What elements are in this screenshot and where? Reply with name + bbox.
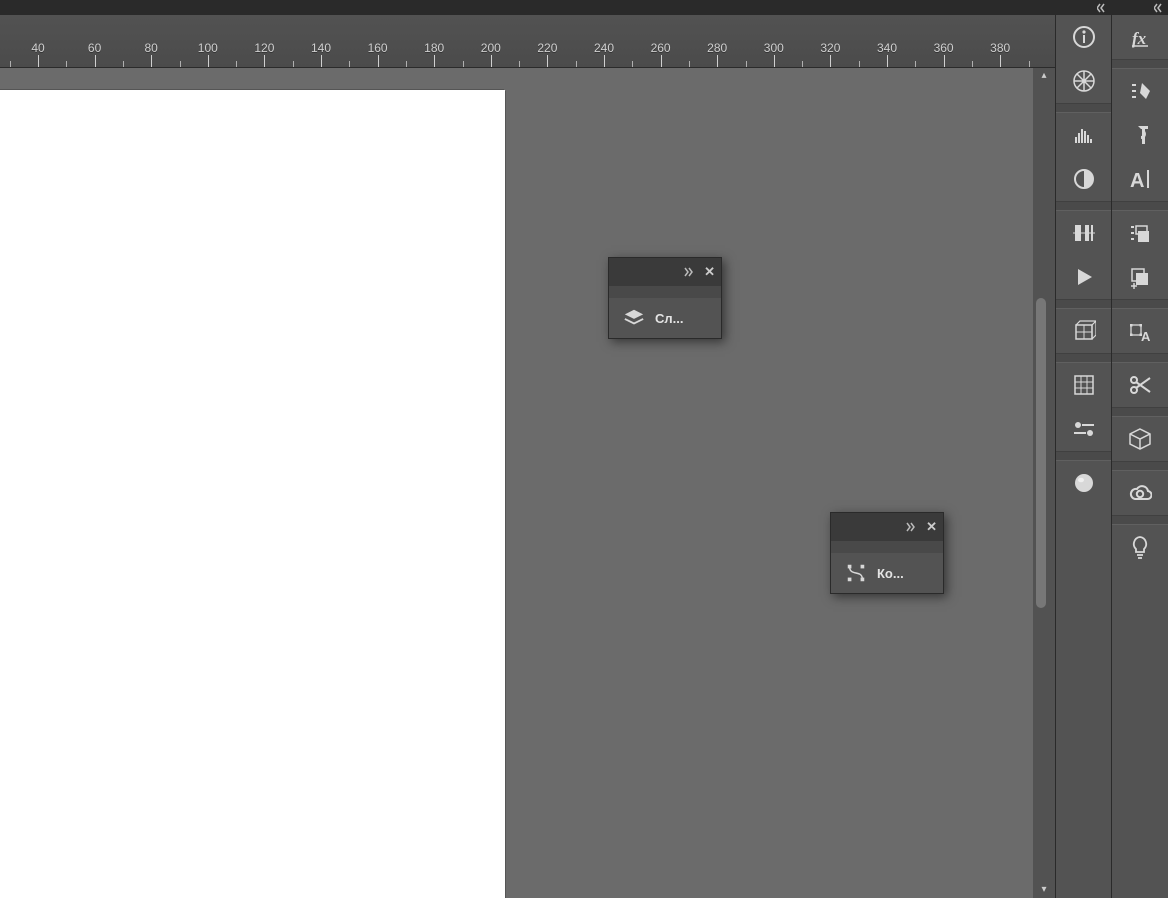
app-top-strip — [0, 0, 1168, 15]
panel-fx-button[interactable] — [1112, 15, 1168, 59]
horizontal-ruler: 40 60 80 100 120 140 160 180 200 220 240 260 280 300 3… — [0, 15, 1055, 68]
panel-swatches-button[interactable] — [1112, 211, 1168, 255]
swatch-list-icon — [1128, 221, 1152, 245]
floating-panel-layers[interactable]: ✕ Сл... — [608, 257, 722, 339]
panel-align-button[interactable] — [1056, 211, 1111, 255]
ruler-label: 120 — [254, 41, 274, 55]
a-cursor-icon — [1128, 167, 1152, 191]
ruler-label: 180 — [424, 41, 444, 55]
panel-cube-button[interactable] — [1112, 417, 1168, 461]
panel-actions-button[interactable] — [1056, 255, 1111, 299]
wheel-icon — [1072, 69, 1096, 93]
panel-brushlist-button[interactable] — [1112, 69, 1168, 113]
dock-b-header[interactable] — [1112, 0, 1168, 15]
info-icon — [1072, 25, 1096, 49]
ruler-label: 240 — [594, 41, 614, 55]
panel-histogram-button[interactable] — [1056, 113, 1111, 157]
panel-hint-button[interactable] — [1112, 525, 1168, 569]
panel-tab-label: Сл... — [655, 311, 683, 326]
pilcrow-icon — [1128, 123, 1152, 147]
ruler-label: 200 — [481, 41, 501, 55]
play-icon — [1072, 265, 1096, 289]
layers-icon — [623, 307, 645, 329]
cube-icon — [1128, 427, 1152, 451]
panel-grip — [609, 286, 721, 298]
collapse-dock-icon[interactable] — [1097, 3, 1111, 13]
panel-paragraph-button[interactable] — [1112, 113, 1168, 157]
grid-icon — [1072, 373, 1096, 397]
align-icon — [1072, 221, 1096, 245]
scissors-icon — [1128, 373, 1152, 397]
panel-tab-label: Ко... — [877, 566, 904, 581]
ruler-label: 40 — [31, 41, 44, 55]
scroll-thumb[interactable] — [1036, 298, 1046, 608]
panel-close-icon[interactable]: ✕ — [704, 264, 715, 280]
panel-scissors-button[interactable] — [1112, 363, 1168, 407]
dock-a-header[interactable] — [1056, 0, 1111, 15]
ruler-label: 100 — [198, 41, 218, 55]
panel-grip — [831, 541, 943, 553]
panel-titlebar[interactable]: ✕ — [831, 513, 943, 541]
panel-channels-button[interactable] — [1056, 461, 1111, 505]
path-icon — [845, 562, 867, 584]
ruler-label: 260 — [651, 41, 671, 55]
ruler-label: 80 — [145, 41, 158, 55]
collapse-dock-icon[interactable] — [1154, 3, 1168, 13]
cube-grid-icon — [1072, 319, 1096, 343]
panel-3d-button[interactable] — [1056, 309, 1111, 353]
sphere-icon — [1072, 471, 1096, 495]
ruler-label: 160 — [368, 41, 388, 55]
ruler-label: 340 — [877, 41, 897, 55]
brush-list-icon — [1128, 79, 1152, 103]
sliders-icon — [1072, 417, 1096, 441]
ruler-label: 140 — [311, 41, 331, 55]
panel-collapse-icon[interactable] — [906, 522, 920, 532]
panel-adjust-button[interactable] — [1056, 157, 1111, 201]
ruler-label: 300 — [764, 41, 784, 55]
ruler-label: 220 — [537, 41, 557, 55]
panel-styles-button[interactable] — [1112, 255, 1168, 299]
bulb-icon — [1128, 535, 1152, 559]
panel-cc-button[interactable] — [1112, 471, 1168, 515]
canvas-area[interactable] — [0, 68, 1033, 898]
vertical-scrollbar[interactable]: ▴ ▾ — [1033, 68, 1055, 898]
fx-icon — [1128, 25, 1152, 49]
ruler-label: 360 — [934, 41, 954, 55]
floating-panel-pathfind[interactable]: ✕ Ко... — [830, 512, 944, 594]
cloud-icon — [1128, 481, 1152, 505]
style-stack-icon — [1128, 265, 1152, 289]
transform-a-icon — [1128, 319, 1152, 343]
panel-close-icon[interactable]: ✕ — [926, 519, 937, 535]
panel-info-button[interactable] — [1056, 15, 1111, 59]
scroll-up-arrow[interactable]: ▴ — [1036, 68, 1052, 84]
panel-character-button[interactable] — [1112, 157, 1168, 201]
panel-grid-button[interactable] — [1056, 363, 1111, 407]
scroll-down-arrow[interactable]: ▾ — [1036, 882, 1052, 898]
dock-column-a — [1055, 0, 1111, 898]
panel-navigator-button[interactable] — [1056, 59, 1111, 103]
panel-transform-button[interactable] — [1112, 309, 1168, 353]
ruler-label: 280 — [707, 41, 727, 55]
circle-half-icon — [1072, 167, 1096, 191]
dock-column-b — [1111, 0, 1168, 898]
panel-tab-layers[interactable]: Сл... — [609, 298, 721, 338]
artboard[interactable] — [0, 90, 505, 898]
panel-brush2-button[interactable] — [1056, 407, 1111, 451]
panel-tab-pathfind[interactable]: Ко... — [831, 553, 943, 593]
histogram-icon — [1072, 123, 1096, 147]
panel-titlebar[interactable]: ✕ — [609, 258, 721, 286]
panel-collapse-icon[interactable] — [684, 267, 698, 277]
ruler-label: 380 — [990, 41, 1010, 55]
ruler-label: 320 — [820, 41, 840, 55]
ruler-label: 60 — [88, 41, 101, 55]
